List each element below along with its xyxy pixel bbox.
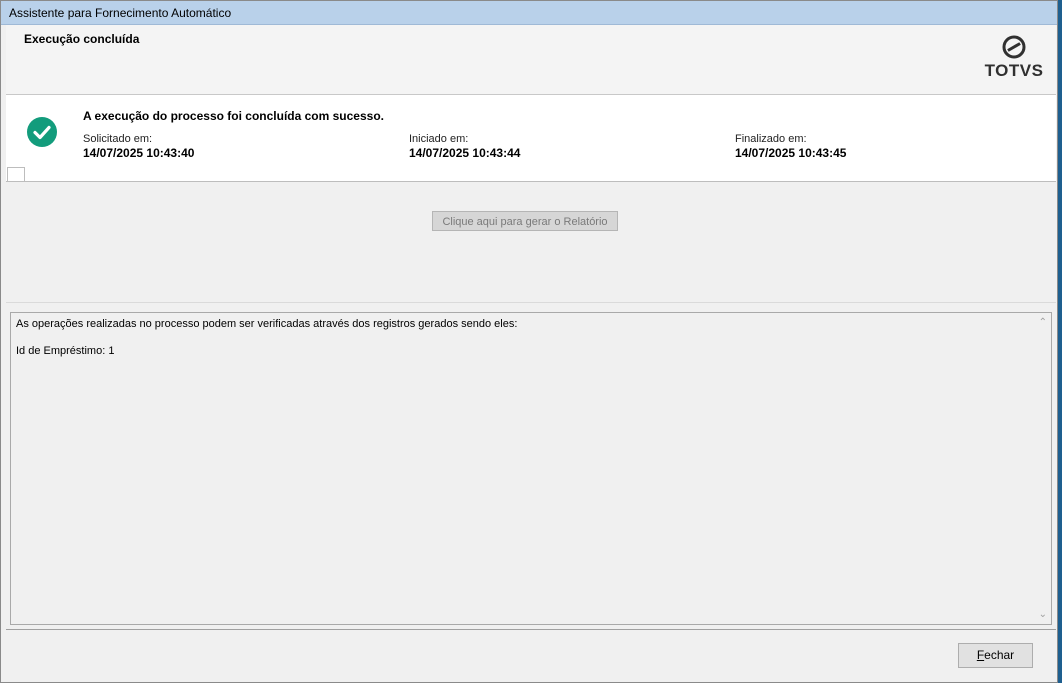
divider	[6, 302, 1056, 303]
generate-report-button[interactable]: Clique aqui para gerar o Relatório	[432, 211, 618, 231]
started-value: 14/07/2025 10:43:44	[409, 146, 521, 160]
log-textarea[interactable]: As operações realizadas no processo pode…	[10, 312, 1052, 625]
status-section: A execução do processo foi concluída com…	[6, 95, 1056, 182]
log-line-loan-id: Id de Empréstimo: 1	[16, 345, 115, 357]
requested-value: 14/07/2025 10:43:40	[83, 146, 195, 160]
log-line-intro: As operações realizadas no processo pode…	[16, 318, 518, 330]
logo-text: TOTVS	[984, 61, 1044, 80]
wizard-header: Execução concluída TOTVS	[6, 25, 1056, 95]
window-title: Assistente para Fornecimento Automático	[9, 6, 232, 20]
background-desktop-edge	[1058, 0, 1062, 683]
finished-field: Finalizado em: 14/07/2025 10:43:45	[735, 133, 846, 160]
totvs-logo: TOTVS	[984, 35, 1044, 81]
requested-field: Solicitado em: 14/07/2025 10:43:40	[83, 133, 194, 160]
close-button-label: echar	[984, 648, 1015, 662]
requested-label: Solicitado em:	[83, 133, 153, 145]
content-tab[interactable]	[7, 167, 25, 182]
wizard-window: Assistente para Fornecimento Automático …	[0, 0, 1058, 683]
totvs-logo-icon	[1002, 35, 1026, 59]
started-field: Iniciado em: 14/07/2025 10:43:44	[409, 133, 520, 160]
close-button[interactable]: Fechar	[958, 643, 1033, 668]
scroll-up-icon[interactable]: ⌃	[1039, 317, 1047, 328]
started-label: Iniciado em:	[409, 133, 469, 145]
finished-label: Finalizado em:	[735, 133, 807, 145]
step-title: Execução concluída	[24, 32, 140, 46]
content-panel: Clique aqui para gerar o Relatório As op…	[6, 181, 1056, 628]
title-bar[interactable]: Assistente para Fornecimento Automático	[1, 1, 1057, 25]
scroll-down-icon[interactable]: ⌄	[1039, 609, 1047, 620]
success-message: A execução do processo foi concluída com…	[83, 109, 384, 123]
success-check-icon	[27, 117, 57, 147]
finished-value: 14/07/2025 10:43:45	[735, 146, 847, 160]
footer-separator	[6, 629, 1056, 630]
